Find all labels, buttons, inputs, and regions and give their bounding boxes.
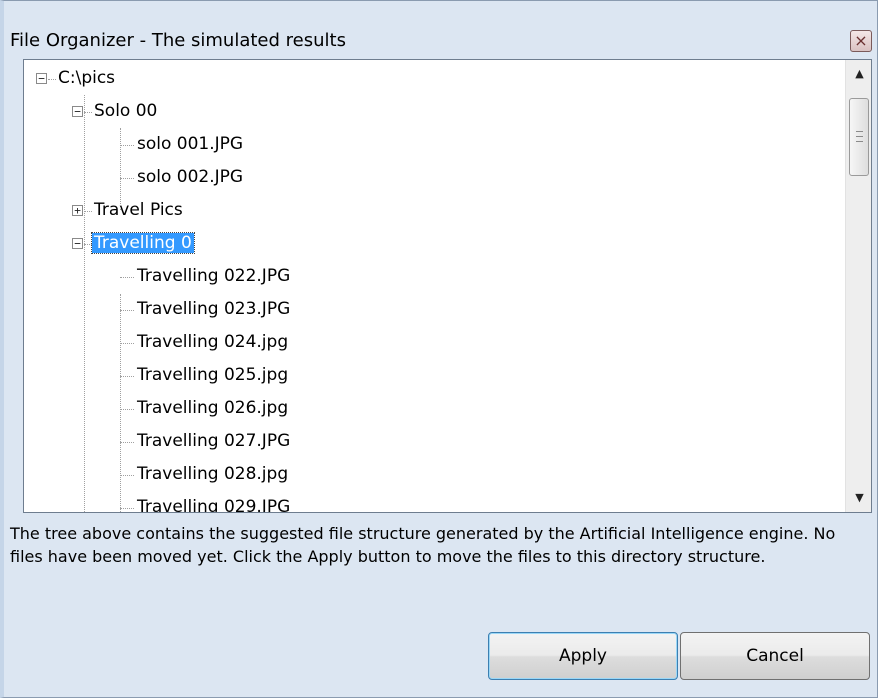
tree-item-label: Travelling 023.JPG (137, 299, 291, 319)
scroll-thumb[interactable] (849, 98, 869, 176)
tree-item-label: solo 002.JPG (137, 167, 244, 187)
arrow-down-icon: ▼ (855, 491, 864, 504)
tree-item[interactable]: Travelling 024.jpg (135, 326, 290, 359)
tree-item[interactable]: Travelling 027.JPG (135, 425, 292, 458)
tree-item[interactable]: Solo 00 (92, 95, 159, 128)
collapse-icon[interactable]: − (72, 237, 83, 249)
tree-connector (120, 309, 134, 311)
cancel-button[interactable]: Cancel (680, 632, 870, 680)
tree-connector (120, 507, 134, 509)
tree-item-label: C:\pics (58, 68, 116, 88)
tree-connector (48, 78, 56, 80)
tree-connector (84, 111, 92, 113)
tree-connector (120, 342, 134, 344)
tree-item-label: Travelling 025.jpg (137, 365, 289, 385)
grip-line (856, 141, 863, 142)
tree-guide-line (84, 95, 85, 512)
window-title: File Organizer - The simulated results (10, 30, 346, 51)
file-organizer-window: File Organizer - The simulated results ×… (0, 0, 878, 698)
tree-item[interactable]: Travelling 0 (91, 227, 195, 260)
tree-item[interactable]: Travelling 026.jpg (135, 392, 290, 425)
grip-line (856, 136, 863, 137)
tree-item-label: Travelling 027.JPG (137, 431, 291, 451)
tree-item[interactable]: Travelling 025.jpg (135, 359, 290, 392)
tree-item[interactable]: Travelling 028.jpg (135, 458, 290, 491)
tree-item-label: Travelling 028.jpg (137, 464, 289, 484)
grip-line (856, 131, 863, 132)
tree-item-label: Travel Pics (94, 200, 183, 220)
apply-button[interactable]: Apply (488, 632, 678, 680)
tree-item-label: Travelling 024.jpg (137, 332, 289, 352)
tree-item-label: Travelling 029.JPG (137, 497, 291, 513)
collapse-icon[interactable]: − (72, 105, 83, 117)
title-bar[interactable]: File Organizer - The simulated results × (4, 1, 878, 59)
vertical-scrollbar[interactable]: ▲ ▼ (845, 60, 871, 512)
tree-connector (120, 474, 134, 476)
tree-item[interactable]: Travelling 023.JPG (135, 293, 292, 326)
tree-connector (120, 375, 134, 377)
tree-item-label: Solo 00 (94, 101, 158, 121)
scroll-down-button[interactable]: ▼ (846, 486, 871, 510)
close-icon: × (854, 31, 868, 50)
tree-guide-line (120, 128, 121, 210)
close-button[interactable]: × (850, 30, 872, 52)
tree-item[interactable]: solo 002.JPG (135, 161, 245, 194)
expand-icon[interactable]: + (72, 204, 83, 216)
tree-guide-line (120, 294, 121, 512)
tree-item-label: Travelling 026.jpg (137, 398, 289, 418)
tree-connector (120, 408, 134, 410)
scroll-up-button[interactable]: ▲ (846, 62, 871, 86)
tree-item[interactable]: Travelling 029.JPG (135, 491, 292, 513)
tree-item[interactable]: C:\pics (56, 62, 117, 95)
description-text: The tree above contains the suggested fi… (10, 524, 836, 566)
folder-tree[interactable]: − C:\pics − Solo 00 solo 001.JPG solo 002.JPG… (23, 59, 872, 513)
tree-item-label: Travelling 022.JPG (137, 266, 291, 286)
tree-item[interactable]: Travel Pics (92, 194, 185, 227)
tree-connector (120, 276, 134, 278)
arrow-up-icon: ▲ (855, 67, 864, 80)
tree-connector (84, 243, 92, 245)
tree-connector (120, 144, 134, 146)
tree-item-label: solo 001.JPG (137, 134, 244, 154)
tree-connector (120, 441, 134, 443)
tree-item[interactable]: solo 001.JPG (135, 128, 245, 161)
collapse-icon[interactable]: − (36, 72, 47, 84)
tree-connector (120, 177, 134, 179)
tree-connector (84, 210, 92, 212)
tree-item-label: Travelling 0 (91, 232, 195, 254)
tree-item[interactable]: Travelling 022.JPG (135, 260, 292, 293)
